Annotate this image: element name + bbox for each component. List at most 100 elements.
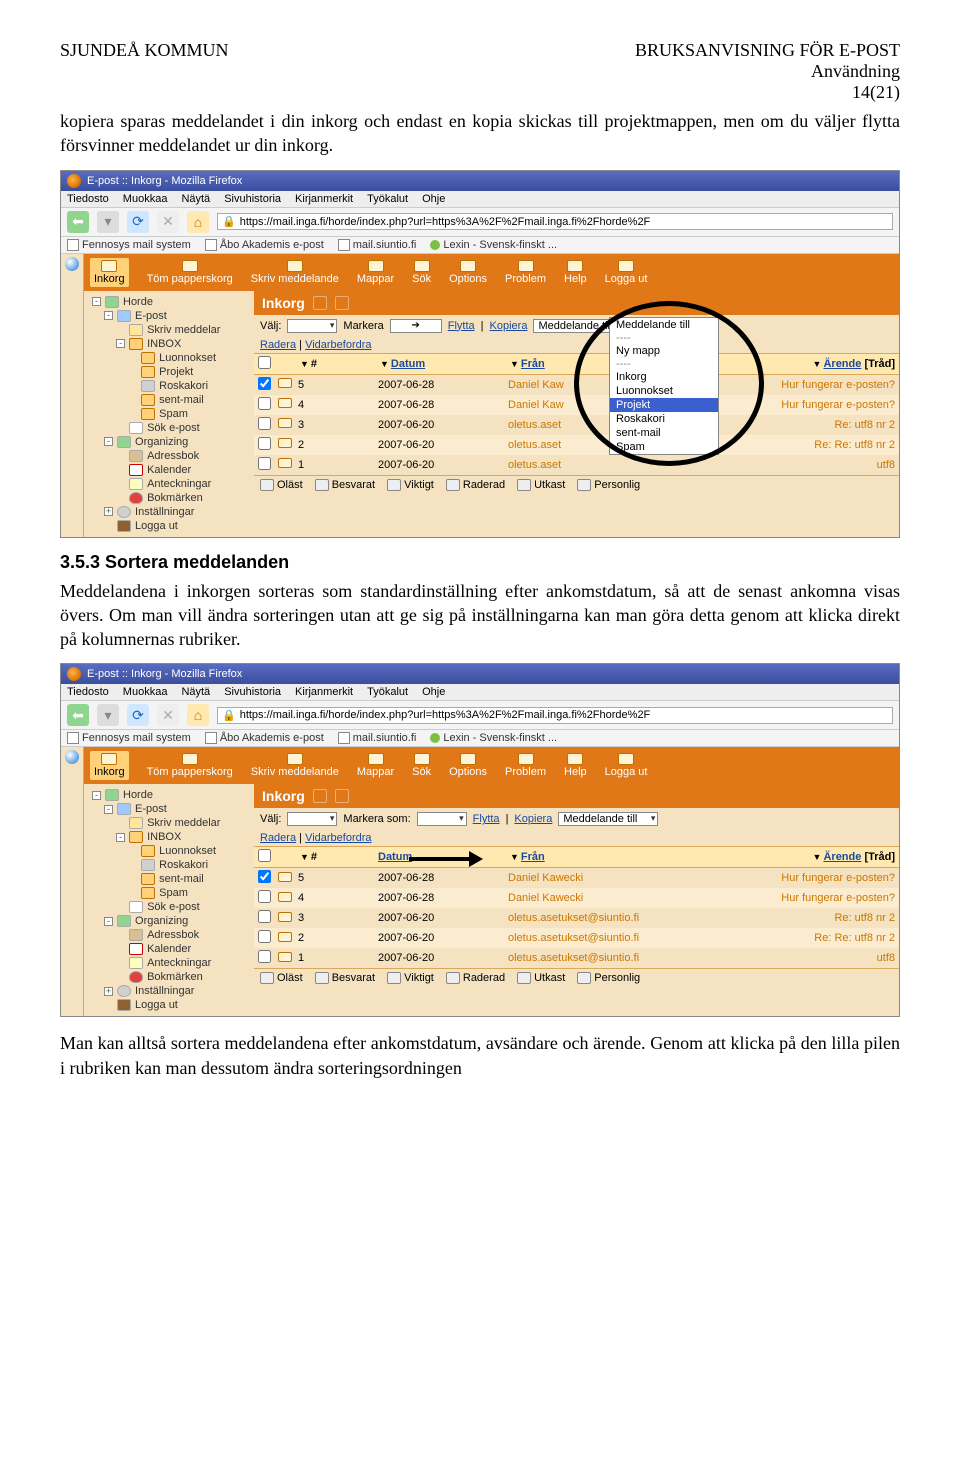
sidebar-item[interactable]: +Inställningar bbox=[86, 984, 252, 998]
sidebar-item[interactable]: Roskakori bbox=[86, 858, 252, 872]
sidebar-item[interactable]: -Horde bbox=[86, 295, 252, 309]
col-check[interactable] bbox=[258, 356, 278, 372]
kopiera-link[interactable]: Kopiera bbox=[514, 813, 552, 825]
toolbar-tom-papperskorg[interactable]: Töm papperskorg bbox=[147, 753, 233, 778]
sidebar-item[interactable]: Bokmärken bbox=[86, 970, 252, 984]
bookmark-fennosys[interactable]: Fennosys mail system bbox=[67, 732, 191, 744]
markera-arrow-button[interactable] bbox=[390, 319, 442, 333]
sidebar-item[interactable]: Roskakori bbox=[86, 379, 252, 393]
sidebar-item[interactable]: Projekt bbox=[86, 365, 252, 379]
stop-button[interactable]: ✕ bbox=[157, 704, 179, 726]
sidebar-item[interactable]: Adressbok bbox=[86, 449, 252, 463]
reload-button[interactable]: ⟳ bbox=[127, 211, 149, 233]
toolbar-sok[interactable]: Sök bbox=[412, 753, 431, 778]
expander-icon[interactable]: + bbox=[104, 987, 113, 996]
sidebar-item[interactable]: Anteckningar bbox=[86, 477, 252, 491]
bookmark-lexin[interactable]: Lexin - Svensk-finskt ... bbox=[430, 732, 557, 744]
toolbar-sok[interactable]: Sök bbox=[412, 260, 431, 285]
expander-icon[interactable]: - bbox=[104, 437, 113, 446]
bookmark-fennosys[interactable]: Fennosys mail system bbox=[67, 239, 191, 251]
col-from-header[interactable]: ▼Från bbox=[508, 851, 678, 863]
dd-option[interactable]: Projekt bbox=[610, 398, 718, 412]
expander-icon[interactable]: - bbox=[104, 311, 113, 320]
menu-tyokalut[interactable]: Työkalut bbox=[367, 686, 408, 698]
toolbar-skriv-meddelande[interactable]: Skriv meddelande bbox=[251, 260, 339, 285]
row-checkbox[interactable] bbox=[258, 910, 271, 923]
table-row[interactable]: 32007-06-20oletus.asetRe: utf8 nr 2 bbox=[254, 415, 899, 435]
toolbar-mappar[interactable]: Mappar bbox=[357, 260, 394, 285]
expander-icon[interactable]: - bbox=[92, 791, 101, 800]
markera-som-dropdown[interactable] bbox=[417, 812, 467, 826]
menu-muokkaa[interactable]: Muokkaa bbox=[123, 686, 168, 698]
sidebar-item[interactable]: -E-post bbox=[86, 802, 252, 816]
dd-option[interactable]: Spam bbox=[610, 440, 718, 454]
expander-icon[interactable]: + bbox=[104, 507, 113, 516]
toolbar-problem[interactable]: Problem bbox=[505, 260, 546, 285]
refresh-icon[interactable] bbox=[313, 296, 327, 310]
row-checkbox[interactable] bbox=[258, 870, 271, 883]
toolbar-help[interactable]: Help bbox=[564, 753, 587, 778]
toolbar-options[interactable]: Options bbox=[449, 260, 487, 285]
table-row[interactable]: 12007-06-20oletus.asetutf8 bbox=[254, 455, 899, 475]
vidarebefordra-link[interactable]: Vidarbefordra bbox=[305, 832, 371, 844]
table-row[interactable]: 42007-06-28Daniel KawHur fungerar e-post… bbox=[254, 395, 899, 415]
toolbar-inkorg[interactable]: Inkorg bbox=[90, 751, 129, 780]
toolbar-problem[interactable]: Problem bbox=[505, 753, 546, 778]
valj-dropdown[interactable] bbox=[287, 319, 337, 333]
sidebar-item[interactable]: Adressbok bbox=[86, 928, 252, 942]
forward-button[interactable]: ▾ bbox=[97, 704, 119, 726]
row-checkbox[interactable] bbox=[258, 377, 271, 390]
col-num-header[interactable]: ▼# bbox=[298, 851, 378, 863]
table-row[interactable]: 12007-06-20oletus.asetukset@siuntio.fiut… bbox=[254, 948, 899, 968]
radera-link[interactable]: Radera bbox=[260, 339, 296, 351]
sidebar-item[interactable]: Skriv meddelar bbox=[86, 323, 252, 337]
bookmark-siuntio[interactable]: mail.siuntio.fi bbox=[338, 732, 417, 744]
sidebar-item[interactable]: -Organizing bbox=[86, 435, 252, 449]
sidebar-item[interactable]: Kalender bbox=[86, 463, 252, 477]
sidebar-item[interactable]: Luonnokset bbox=[86, 844, 252, 858]
expander-icon[interactable]: - bbox=[104, 805, 113, 814]
bookmark-lexin[interactable]: Lexin - Svensk-finskt ... bbox=[430, 239, 557, 251]
row-checkbox[interactable] bbox=[258, 437, 271, 450]
table-row[interactable]: 32007-06-20oletus.asetukset@siuntio.fiRe… bbox=[254, 908, 899, 928]
home-button[interactable]: ⌂ bbox=[187, 704, 209, 726]
sidebar-item[interactable]: Logga ut bbox=[86, 998, 252, 1012]
col-subj-header[interactable]: ▼Ärende [Tråd] bbox=[678, 851, 895, 863]
menu-sivuhistoria[interactable]: Sivuhistoria bbox=[224, 193, 281, 205]
bookmark-abo[interactable]: Åbo Akademis e-post bbox=[205, 239, 324, 251]
sidebar-item[interactable]: Spam bbox=[86, 886, 252, 900]
forward-button[interactable]: ▾ bbox=[97, 211, 119, 233]
meddelande-till-open-dropdown[interactable]: Meddelande till ---- Ny mapp ---- Inkorg… bbox=[609, 317, 719, 455]
sidebar-item[interactable]: Sök e-post bbox=[86, 421, 252, 435]
sidebar-item[interactable]: sent-mail bbox=[86, 393, 252, 407]
url-bar[interactable]: 🔒 https://mail.inga.fi/horde/index.php?u… bbox=[217, 213, 893, 230]
row-checkbox[interactable] bbox=[258, 930, 271, 943]
menu-ohje[interactable]: Ohje bbox=[422, 193, 445, 205]
menu-sivuhistoria[interactable]: Sivuhistoria bbox=[224, 686, 281, 698]
sidebar-item[interactable]: Luonnokset bbox=[86, 351, 252, 365]
bookmark-abo[interactable]: Åbo Akademis e-post bbox=[205, 732, 324, 744]
toolbar-logga-ut[interactable]: Logga ut bbox=[605, 753, 648, 778]
dd-option[interactable]: sent-mail bbox=[610, 426, 718, 440]
sidebar-item[interactable]: Anteckningar bbox=[86, 956, 252, 970]
row-checkbox[interactable] bbox=[258, 457, 271, 470]
browser-menubar[interactable]: Tiedosto Muokkaa Näytä Sivuhistoria Kirj… bbox=[61, 684, 899, 701]
table-row[interactable]: 22007-06-20oletus.asetRe: Re: utf8 nr 2 bbox=[254, 435, 899, 455]
dd-option[interactable]: Inkorg bbox=[610, 370, 718, 384]
row-checkbox[interactable] bbox=[258, 890, 271, 903]
menu-kirjanmerkit[interactable]: Kirjanmerkit bbox=[295, 686, 353, 698]
expander-icon[interactable]: - bbox=[116, 339, 125, 348]
url-bar[interactable]: 🔒 https://mail.inga.fi/horde/index.php?u… bbox=[217, 707, 893, 724]
sidebar-item[interactable]: Bokmärken bbox=[86, 491, 252, 505]
dd-option[interactable]: Luonnokset bbox=[610, 384, 718, 398]
dd-option[interactable]: Roskakori bbox=[610, 412, 718, 426]
sidebar-item[interactable]: +Inställningar bbox=[86, 505, 252, 519]
vidarebefordra-link[interactable]: Vidarbefordra bbox=[305, 339, 371, 351]
valj-dropdown[interactable] bbox=[287, 812, 337, 826]
flytta-link[interactable]: Flytta bbox=[473, 813, 500, 825]
menu-tiedosto[interactable]: Tiedosto bbox=[67, 193, 109, 205]
toolbar-logga-ut[interactable]: Logga ut bbox=[605, 260, 648, 285]
refresh-icon[interactable] bbox=[313, 789, 327, 803]
col-date-header[interactable]: ▼Datum bbox=[378, 358, 508, 370]
table-row[interactable]: 52007-06-28Daniel KaweckiHur fungerar e-… bbox=[254, 868, 899, 888]
